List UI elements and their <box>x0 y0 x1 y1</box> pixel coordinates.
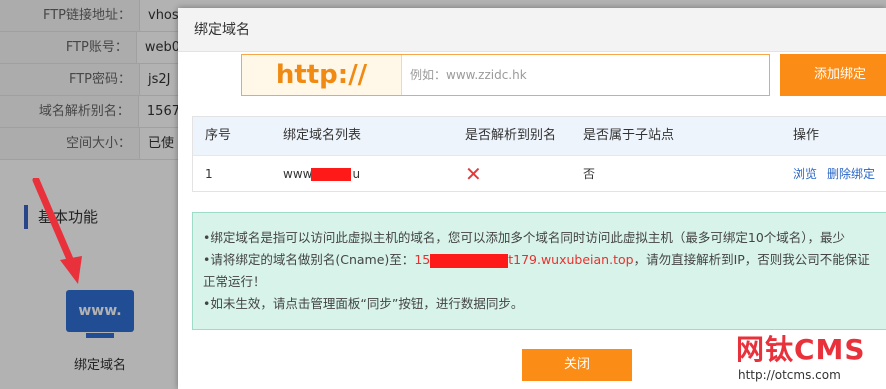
row-subsite: 否 <box>583 167 596 181</box>
domain-input-group: http:// <box>241 54 770 96</box>
row-resolved: ✕ <box>453 156 571 191</box>
table-row: 1 www u ✕ 否 浏览 删除绑定 <box>193 155 886 191</box>
domain-start: www <box>283 167 313 181</box>
row-index: 1 <box>205 167 213 181</box>
dialog-title: 绑定域名 <box>194 22 250 38</box>
domain-input[interactable] <box>402 55 769 95</box>
close-button[interactable]: 关闭 <box>522 349 632 381</box>
redaction-mark <box>311 168 351 181</box>
header-actions: 操作 <box>793 128 820 143</box>
notice-text: •请将绑定的域名做别名(Cname)至： <box>203 252 415 267</box>
cross-icon: ✕ <box>465 162 482 186</box>
bound-domains-table: 序号 绑定域名列表 是否解析到别名 是否属于子站点 操作 1 www u ✕ 否 … <box>192 116 886 192</box>
cname-target-start: 15 <box>414 252 431 267</box>
header-index: 序号 <box>205 128 232 143</box>
header-subsite: 是否属于子站点 <box>583 128 675 143</box>
table-header: 序号 绑定域名列表 是否解析到别名 是否属于子站点 操作 <box>193 117 886 155</box>
dialog-header: 绑定域名 <box>178 8 886 52</box>
watermark-logo: 网钛CMS http://otcms.com <box>736 328 886 389</box>
redaction-mark <box>430 253 509 268</box>
watermark-url: http://otcms.com <box>738 368 841 382</box>
http-prefix: http:// <box>242 55 402 95</box>
header-resolved: 是否解析到别名 <box>465 128 557 143</box>
row-actions: 浏览 删除绑定 <box>781 156 886 191</box>
add-binding-button[interactable]: 添加绑定 <box>780 54 886 96</box>
notice-line: •请将绑定的域名做别名(Cname)至：15 t179.wuxubeian.top… <box>203 249 881 271</box>
cname-target-end: t179.wuxubeian.top <box>508 252 634 267</box>
domain-text: www u <box>283 156 360 192</box>
browse-link[interactable]: 浏览 <box>793 167 817 181</box>
notice-box: •绑定域名是指可以访问此虚拟主机的域名，您可以添加多个域名同时访问此虚拟主机（最… <box>192 212 886 330</box>
notice-line: 正常运行！ <box>203 274 266 289</box>
header-domain-list: 绑定域名列表 <box>283 128 362 143</box>
notice-line: •如未生效，请点击管理面板“同步”按钮，进行数据同步。 <box>203 296 524 311</box>
notice-text: ，请勿直接解析到IP，否则我公司不能保证 <box>633 252 870 267</box>
watermark-brand: 网钛CMS <box>736 333 866 366</box>
red-arrow-annotation <box>32 178 82 284</box>
domain-end: u <box>352 167 361 181</box>
unbind-link[interactable]: 删除绑定 <box>827 167 875 181</box>
notice-line: •绑定域名是指可以访问此虚拟主机的域名，您可以添加多个域名同时访问此虚拟主机（最… <box>203 230 846 245</box>
row-domain: www u <box>271 156 453 191</box>
